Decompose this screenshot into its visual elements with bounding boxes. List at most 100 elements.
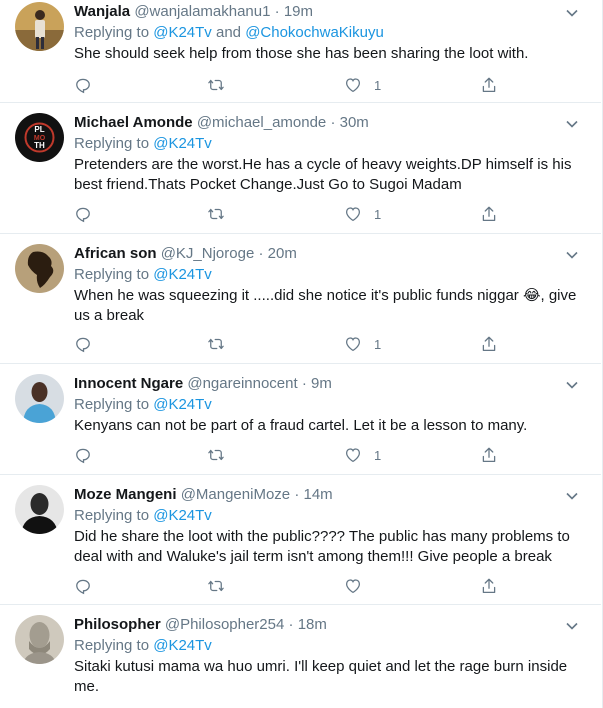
display-name[interactable]: Michael Amonde — [74, 114, 193, 131]
tweet-text: She should seek help from those she has … — [74, 44, 579, 64]
replying-to-label: Replying to — [74, 266, 150, 283]
reply-tweet[interactable]: Wanjala @wanjalamakhanu1 · 19m Replying … — [0, 0, 601, 103]
retweet-button[interactable] — [207, 204, 225, 224]
like-button[interactable]: 1 — [344, 75, 381, 95]
chevron-down-icon[interactable] — [565, 6, 579, 20]
separator-dot: · — [288, 616, 294, 633]
replying-to-label: Replying to — [74, 507, 150, 524]
timestamp[interactable]: 14m — [303, 486, 332, 503]
chevron-down-icon[interactable] — [565, 619, 579, 633]
like-count: 1 — [374, 336, 382, 352]
tweet-text-line: Did he share the loot with the public???… — [74, 528, 570, 545]
display-name[interactable]: African son — [74, 245, 157, 262]
avatar-logo-text: PL — [34, 125, 44, 134]
reply-button[interactable] — [74, 334, 92, 354]
reply-button[interactable] — [74, 75, 92, 95]
separator-dot: · — [258, 245, 264, 262]
chevron-down-icon[interactable] — [565, 248, 579, 262]
chevron-down-icon[interactable] — [565, 489, 579, 503]
share-button[interactable] — [480, 576, 498, 596]
share-icon — [482, 206, 496, 222]
mention-link[interactable]: @K24Tv — [153, 396, 212, 413]
avatar[interactable] — [15, 615, 64, 664]
mention-link[interactable]: @K24Tv — [153, 637, 212, 654]
separator-dot: · — [301, 375, 307, 392]
separator-dot: · — [294, 486, 300, 503]
timestamp[interactable]: 20m — [268, 245, 297, 262]
reply-tweet[interactable]: PL MO TH Michael Amonde @michael_amonde … — [0, 103, 601, 234]
share-button[interactable] — [480, 204, 498, 224]
replying-to-label: Replying to — [74, 396, 150, 413]
share-icon — [482, 578, 496, 594]
tweet-text-line: Pretenders are the worst.He has a cycle … — [74, 156, 572, 173]
reply-tweet[interactable]: African son @KJ_Njoroge · 20m Replying t… — [0, 234, 601, 364]
tweet-text-line: She should seek help from those she has … — [74, 45, 529, 62]
user-handle[interactable]: @Philosopher254 — [165, 616, 284, 633]
retweet-button[interactable] — [207, 445, 225, 465]
replying-to-label: Replying to — [74, 24, 150, 41]
like-button[interactable]: 1 — [344, 334, 381, 354]
retweet-icon — [208, 449, 224, 461]
mention-link[interactable]: @K24Tv — [153, 24, 212, 41]
retweet-icon — [208, 580, 224, 592]
display-name[interactable]: Innocent Ngare — [74, 375, 183, 392]
user-handle[interactable]: @wanjalamakhanu1 — [134, 3, 270, 20]
reply-tweet[interactable]: Innocent Ngare @ngareinnocent · 9m Reply… — [0, 364, 601, 475]
reply-icon — [76, 337, 90, 353]
avatar-logo-text: TH — [34, 141, 45, 150]
user-handle[interactable]: @KJ_Njoroge — [161, 245, 255, 262]
user-handle[interactable]: @MangeniMoze — [181, 486, 290, 503]
tweet-actions: 1 — [74, 204, 504, 224]
display-name[interactable]: Moze Mangeni — [74, 486, 177, 503]
tweet-text-line: Kenyans can not be part of a fraud carte… — [74, 417, 528, 434]
user-handle[interactable]: @ngareinnocent — [187, 375, 297, 392]
tweet-text: Sitaki kutusi mama wa huo umri. I'll kee… — [74, 657, 579, 697]
separator-dot: · — [330, 114, 336, 131]
like-button[interactable] — [344, 576, 374, 596]
like-button[interactable]: 1 — [344, 445, 381, 465]
reply-button[interactable] — [74, 445, 92, 465]
avatar[interactable] — [15, 485, 64, 534]
mention-link[interactable]: @K24Tv — [153, 507, 212, 524]
chevron-down-icon[interactable] — [565, 117, 579, 131]
tweet-text-line: When he was squeezing it .....did she no… — [74, 287, 577, 304]
retweet-icon — [208, 79, 224, 91]
chevron-down-icon[interactable] — [565, 378, 579, 392]
retweet-button[interactable] — [207, 576, 225, 596]
retweet-icon — [208, 338, 224, 350]
tweet-text: Pretenders are the worst.He has a cycle … — [74, 155, 579, 195]
reply-tweet[interactable]: Moze Mangeni @MangeniMoze · 14m Replying… — [0, 475, 601, 605]
avatar[interactable]: PL MO TH — [15, 113, 64, 162]
display-name[interactable]: Philosopher — [74, 616, 161, 633]
tweet-text: Did he share the loot with the public???… — [74, 527, 579, 567]
heart-icon — [345, 207, 361, 222]
retweet-button[interactable] — [207, 334, 225, 354]
reply-icon — [76, 78, 90, 94]
user-handle[interactable]: @michael_amonde — [197, 114, 326, 131]
timestamp[interactable]: 18m — [298, 616, 327, 633]
retweet-button[interactable] — [207, 75, 225, 95]
tweet-text: When he was squeezing it .....did she no… — [74, 286, 579, 326]
mention-link[interactable]: @ChokochwaKikuyu — [245, 24, 384, 41]
heart-icon — [345, 337, 361, 352]
like-button[interactable]: 1 — [344, 204, 381, 224]
display-name[interactable]: Wanjala — [74, 3, 130, 20]
timestamp[interactable]: 19m — [284, 3, 313, 20]
reply-tweet[interactable]: Philosopher @Philosopher254 · 18m Replyi… — [0, 605, 601, 708]
avatar[interactable] — [15, 2, 64, 51]
separator-dot: · — [274, 3, 280, 20]
mention-link[interactable]: @K24Tv — [153, 135, 212, 152]
share-button[interactable] — [480, 334, 498, 354]
mention-link[interactable]: @K24Tv — [153, 266, 212, 283]
tweet-actions: 1 — [74, 445, 504, 465]
avatar[interactable] — [15, 244, 64, 293]
avatar[interactable] — [15, 374, 64, 423]
timestamp[interactable]: 9m — [311, 375, 332, 392]
share-button[interactable] — [480, 445, 498, 465]
share-button[interactable] — [480, 75, 498, 95]
reply-button[interactable] — [74, 204, 92, 224]
reply-button[interactable] — [74, 576, 92, 596]
tweet-actions — [74, 576, 504, 596]
tweet-text-line: me. — [74, 678, 100, 695]
timestamp[interactable]: 30m — [340, 114, 369, 131]
